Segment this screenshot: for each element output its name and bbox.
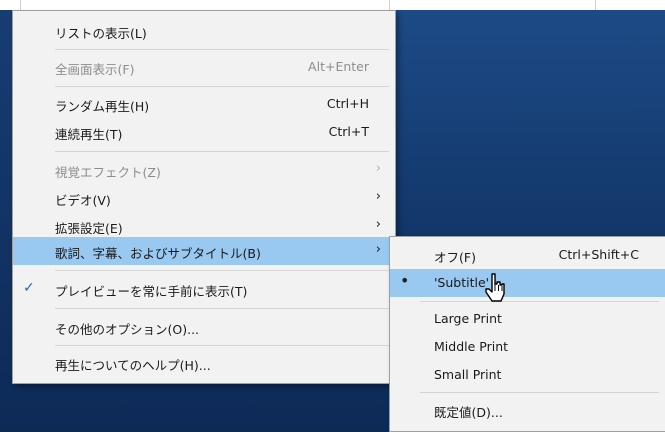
menu-item-label: ビデオ(V) [55,193,111,208]
menu-item-label: 既定値(D)... [434,405,503,420]
menu-item-label: プレイビューを常に手前に表示(T) [55,284,248,299]
chevron-right-icon: › [375,161,381,176]
menu-item-enhancements[interactable]: 拡張設定(E) › [13,212,395,240]
menu-item-label: 再生についてのヘルプ(H)... [55,358,211,373]
menu-separator [55,308,389,309]
menu-item-shortcut: Alt+Enter [308,59,369,74]
menu-item-always-on-top[interactable]: ✓ プレイビューを常に手前に表示(T) [13,275,395,303]
menu-item-label: 視覚エフェクト(Z) [55,165,161,180]
menu-item-shortcut: Ctrl+Shift+C [558,247,639,262]
strip-divider [20,0,21,10]
submenu-item-default[interactable]: 既定値(D)... [390,396,665,424]
menu-separator [55,151,389,152]
menu-item-label: Middle Print [434,339,509,354]
menu-separator [420,392,659,393]
submenu-item-small-print[interactable]: Small Print [390,361,665,389]
menu-item-label: Small Print [434,367,502,382]
context-menu: リストの表示(L) 全画面表示(F) Alt+Enter ランダム再生(H) C… [12,10,396,384]
menu-item-label: Large Print [434,311,502,326]
strip-divider [595,0,596,10]
menu-item-label: その他のオプション(O)... [55,322,200,337]
mouse-pointer-icon [485,273,505,302]
subtitles-submenu: オフ(F) Ctrl+Shift+C • 'Subtitle' Large Pr… [389,236,665,432]
menu-item-playback-help[interactable]: 再生についてのヘルプ(H)... [13,349,395,377]
menu-item-shortcut: Ctrl+T [328,124,369,139]
menu-item-show-list[interactable]: リストの表示(L) [13,17,395,45]
menu-item-label: 全画面表示(F) [55,62,135,77]
strip-divider [389,0,390,10]
submenu-item-off[interactable]: オフ(F) Ctrl+Shift+C [390,241,665,269]
menu-item-shortcut: Ctrl+H [326,96,369,111]
menu-item-label: 拡張設定(E) [55,221,123,236]
menu-item-label: 連続再生(T) [55,127,123,142]
menu-item-label: 'Subtitle' [434,275,490,290]
chevron-right-icon: › [375,217,381,232]
menu-item-more-options[interactable]: その他のオプション(O)... [13,313,395,341]
submenu-item-large-print[interactable]: Large Print [390,305,665,333]
window-top-strip [0,0,665,10]
menu-item-lyrics-captions-subtitles[interactable]: 歌詞、字幕、およびサブタイトル(B) › [13,237,395,265]
check-icon: ✓ [23,280,35,296]
submenu-item-middle-print[interactable]: Middle Print [390,333,665,361]
menu-item-repeat[interactable]: 連続再生(T) Ctrl+T [13,118,395,146]
menu-item-shuffle[interactable]: ランダム再生(H) Ctrl+H [13,90,395,118]
menu-separator [420,301,659,302]
menu-item-label: リストの表示(L) [55,26,147,41]
menu-separator [55,49,389,50]
chevron-right-icon: › [375,242,381,257]
menu-item-label: 歌詞、字幕、およびサブタイトル(B) [55,246,261,261]
menu-item-visualizations[interactable]: 視覚エフェクト(Z) › [13,156,395,184]
chevron-right-icon: › [375,189,381,204]
menu-separator [55,345,389,346]
menu-item-fullscreen[interactable]: 全画面表示(F) Alt+Enter [13,53,395,81]
menu-item-label: ランダム再生(H) [55,99,150,114]
menu-item-video[interactable]: ビデオ(V) › [13,184,395,212]
submenu-item-subtitle[interactable]: • 'Subtitle' [390,269,665,297]
menu-item-label: オフ(F) [434,250,476,265]
menu-separator [55,86,389,87]
bullet-icon: • [400,271,410,290]
menu-separator [55,270,389,271]
